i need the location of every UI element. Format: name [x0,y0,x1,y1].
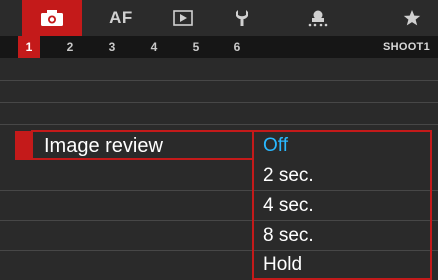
menu-row [0,102,438,124]
option-2-sec[interactable]: 2 sec. [263,161,431,191]
wrench-icon [236,10,248,26]
option-hold[interactable]: Hold [263,250,431,280]
tab-5[interactable]: 5 [185,36,207,58]
tab-6[interactable]: 6 [226,36,248,58]
selection-marker [15,131,31,160]
option-8-sec[interactable]: 8 sec. [263,221,431,251]
screen-title: SHOOT1 [382,41,430,53]
category-af-label: AF [109,8,133,27]
menu-row [0,80,438,102]
tab-2[interactable]: 2 [59,36,81,58]
category-setup[interactable] [222,0,262,36]
star-icon [403,10,421,26]
tab-3[interactable]: 3 [101,36,123,58]
playback-icon [173,10,193,26]
option-off[interactable]: Off [263,131,431,161]
tab-4[interactable]: 4 [143,36,165,58]
category-custom-functions[interactable] [298,0,338,36]
category-shooting[interactable] [22,0,82,36]
option-4-sec[interactable]: 4 sec. [263,191,431,221]
menu-item-label: Image review [44,134,163,157]
category-playback[interactable] [163,0,203,36]
camera-icon [41,10,63,26]
category-my-menu[interactable] [392,0,432,36]
custom-function-icon [308,10,328,27]
tab-1[interactable]: 1 [18,36,40,58]
category-af[interactable]: AF [100,0,142,36]
tab-row: 1 2 3 4 5 6 SHOOT1 [0,36,438,58]
menu-category-bar: AF [0,0,438,36]
